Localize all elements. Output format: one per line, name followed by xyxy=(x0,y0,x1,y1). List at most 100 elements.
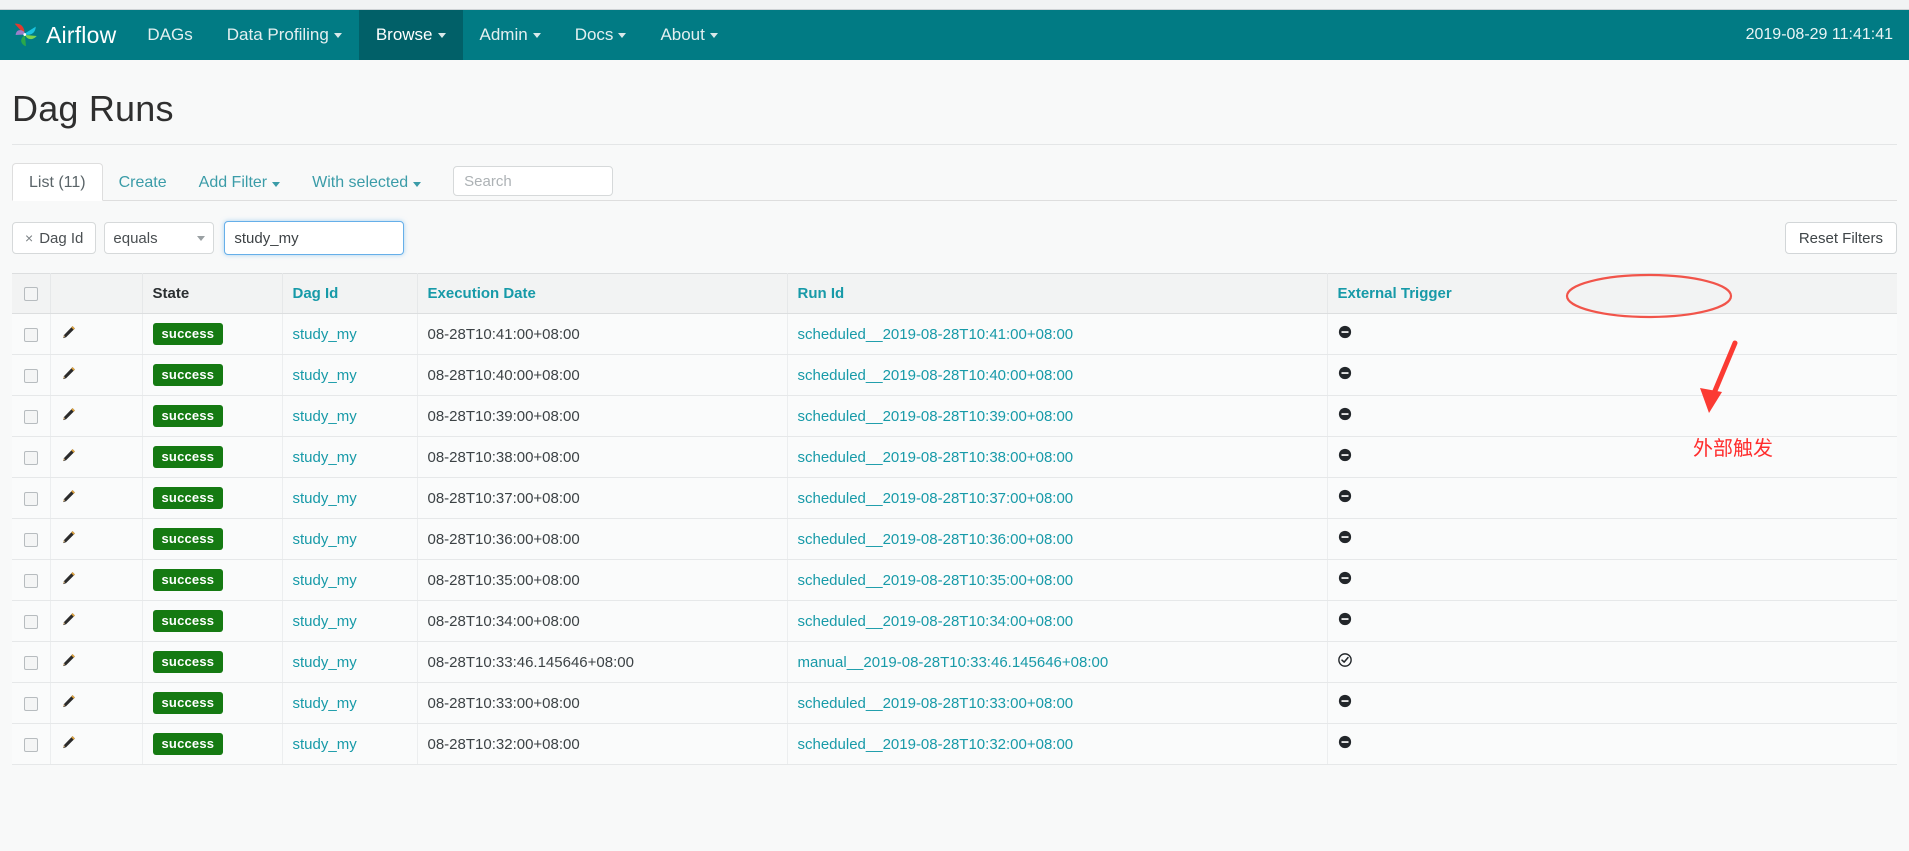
row-edit-cell xyxy=(50,559,143,601)
dag-id-link[interactable]: study_my xyxy=(293,326,357,343)
run-id-link[interactable]: scheduled__2019-08-28T10:36:00+08:00 xyxy=(798,531,1074,548)
dag-id-link[interactable]: study_my xyxy=(293,367,357,384)
chevron-down-icon xyxy=(272,181,281,187)
dag-id-link[interactable]: study_my xyxy=(293,613,357,630)
header-execution-date[interactable]: Execution Date xyxy=(417,273,788,314)
table-row: success study_my 08-28T10:41:00+08:00 sched… xyxy=(12,313,1897,355)
pencil-icon[interactable] xyxy=(61,489,76,508)
filter-value-input[interactable] xyxy=(224,221,405,255)
tab-add-filter[interactable]: Add Filter xyxy=(183,164,296,200)
minus-circle-icon-icon xyxy=(1338,489,1352,507)
run-id-link[interactable]: scheduled__2019-08-28T10:32:00+08:00 xyxy=(798,736,1074,753)
select-all-checkbox[interactable] xyxy=(23,287,38,302)
header-dag-id[interactable]: Dag Id xyxy=(282,273,418,314)
row-state-cell: success xyxy=(142,559,283,601)
minus-circle-icon-icon xyxy=(1338,735,1352,753)
row-dag-id-cell: study_my xyxy=(282,559,418,601)
search-input[interactable] xyxy=(453,166,614,196)
header-actions xyxy=(50,273,143,314)
dag-id-link[interactable]: study_my xyxy=(293,695,357,712)
run-id-link[interactable]: scheduled__2019-08-28T10:38:00+08:00 xyxy=(798,449,1074,466)
row-checkbox[interactable] xyxy=(23,655,38,670)
run-id-link[interactable]: scheduled__2019-08-28T10:35:00+08:00 xyxy=(798,572,1074,589)
row-dag-id-cell: study_my xyxy=(282,518,418,560)
run-id-link[interactable]: scheduled__2019-08-28T10:39:00+08:00 xyxy=(798,408,1074,425)
execution-date-value: 08-28T10:36:00+08:00 xyxy=(427,530,580,548)
reset-filters-button[interactable]: Reset Filters xyxy=(1784,222,1897,254)
row-checkbox[interactable] xyxy=(23,491,38,506)
run-id-link[interactable]: scheduled__2019-08-28T10:40:00+08:00 xyxy=(798,367,1074,384)
pencil-icon[interactable] xyxy=(61,571,76,590)
dag-id-link[interactable]: study_my xyxy=(293,736,357,753)
row-checkbox[interactable] xyxy=(23,409,38,424)
run-id-link[interactable]: scheduled__2019-08-28T10:41:00+08:00 xyxy=(798,326,1074,343)
table-header-row: State Dag Id Execution Date Run Id Exter… xyxy=(12,273,1897,314)
dag-id-link[interactable]: study_my xyxy=(293,531,357,548)
run-id-link[interactable]: scheduled__2019-08-28T10:33:00+08:00 xyxy=(798,695,1074,712)
row-checkbox[interactable] xyxy=(23,614,38,629)
pencil-icon[interactable] xyxy=(61,612,76,631)
nav-item-data-profiling[interactable]: Data Profiling xyxy=(210,10,359,60)
row-checkbox[interactable] xyxy=(23,737,38,752)
tab-list[interactable]: List (11) xyxy=(12,162,103,201)
run-id-link[interactable]: scheduled__2019-08-28T10:34:00+08:00 xyxy=(798,613,1074,630)
row-select-cell xyxy=(12,518,51,560)
filter-row: × Dag Id equals Reset Filters xyxy=(12,219,1897,257)
run-id-link[interactable]: scheduled__2019-08-28T10:37:00+08:00 xyxy=(798,490,1074,507)
nav-label: Data Profiling xyxy=(226,25,329,44)
row-checkbox[interactable] xyxy=(23,532,38,547)
tab-create[interactable]: Create xyxy=(103,164,183,200)
nav-item-about[interactable]: About xyxy=(643,10,734,60)
minus-circle-icon-icon xyxy=(1338,407,1352,425)
minus-circle-icon-icon xyxy=(1338,366,1352,384)
row-select-cell xyxy=(12,313,51,355)
run-id-link[interactable]: manual__2019-08-28T10:33:46.145646+08:00 xyxy=(798,654,1109,671)
execution-date-value: 08-28T10:37:00+08:00 xyxy=(427,489,580,507)
row-state-cell: success xyxy=(142,477,283,519)
pencil-icon[interactable] xyxy=(61,694,76,713)
row-execution-date-cell: 08-28T10:38:00+08:00 xyxy=(417,436,788,478)
row-checkbox[interactable] xyxy=(23,450,38,465)
row-state-cell: success xyxy=(142,518,283,560)
nav-label: Admin xyxy=(479,25,528,44)
brand-title: Airflow xyxy=(46,21,117,48)
row-checkbox[interactable] xyxy=(23,696,38,711)
airflow-brand-link[interactable]: Airflow xyxy=(0,10,130,60)
filter-operator-select[interactable]: equals xyxy=(104,222,215,254)
header-external-trigger[interactable]: External Trigger xyxy=(1327,273,1897,314)
tab-with-selected[interactable]: With selected xyxy=(296,164,437,200)
chevron-down-icon xyxy=(532,32,541,38)
dag-id-link[interactable]: study_my xyxy=(293,490,357,507)
table-row: success study_my 08-28T10:39:00+08:00 sched… xyxy=(12,395,1897,437)
pencil-icon[interactable] xyxy=(61,653,76,672)
pencil-icon[interactable] xyxy=(61,735,76,754)
browser-chrome-edge xyxy=(0,0,1909,10)
dag-id-link[interactable]: study_my xyxy=(293,654,357,671)
row-checkbox[interactable] xyxy=(23,573,38,588)
remove-filter-icon[interactable]: × xyxy=(25,230,33,246)
nav-item-dags[interactable]: DAGs xyxy=(130,10,209,60)
pencil-icon[interactable] xyxy=(61,366,76,385)
row-edit-cell xyxy=(50,354,143,396)
nav-item-docs[interactable]: Docs xyxy=(558,10,644,60)
status-badge: success xyxy=(152,364,224,386)
row-run-id-cell: scheduled__2019-08-28T10:36:00+08:00 xyxy=(787,518,1328,560)
row-checkbox[interactable] xyxy=(23,327,38,342)
pencil-icon[interactable] xyxy=(61,407,76,426)
pencil-icon[interactable] xyxy=(61,530,76,549)
dag-id-link[interactable]: study_my xyxy=(293,408,357,425)
nav-item-admin[interactable]: Admin xyxy=(463,10,558,60)
row-dag-id-cell: study_my xyxy=(282,641,418,683)
row-execution-date-cell: 08-28T10:32:00+08:00 xyxy=(417,723,788,765)
row-run-id-cell: scheduled__2019-08-28T10:37:00+08:00 xyxy=(787,477,1328,519)
dag-id-link[interactable]: study_my xyxy=(293,449,357,466)
dag-id-link[interactable]: study_my xyxy=(293,572,357,589)
nav-item-browse[interactable]: Browse xyxy=(358,10,463,60)
header-run-id[interactable]: Run Id xyxy=(787,273,1328,314)
row-edit-cell xyxy=(50,477,143,519)
pencil-icon[interactable] xyxy=(61,448,76,467)
row-checkbox[interactable] xyxy=(23,368,38,383)
filter-chip-dag-id[interactable]: × Dag Id xyxy=(12,222,97,254)
pencil-icon[interactable] xyxy=(61,325,76,344)
minus-circle-icon-icon xyxy=(1338,571,1352,589)
